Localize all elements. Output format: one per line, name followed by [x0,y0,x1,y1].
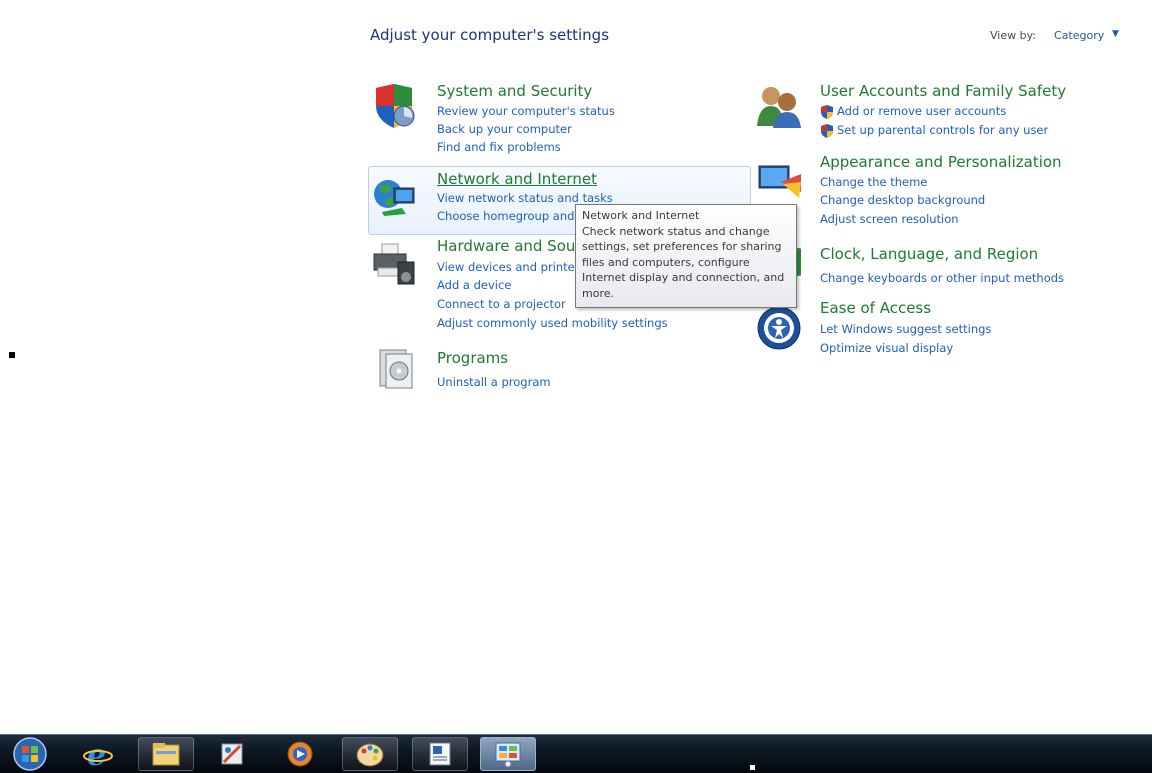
taskbar-marker [750,765,755,770]
uninstall-program-link[interactable]: Uninstall a program [437,375,551,389]
tooltip-line: settings, set preferences for sharing [582,240,782,253]
system-security-title[interactable]: System and Security [437,82,592,100]
clock-region-title[interactable]: Clock, Language, and Region [820,245,1038,263]
optimize-visual-display-link[interactable]: Optimize visual display [820,341,953,355]
control-panel-window: Adjust your computer's settings View by:… [0,0,1152,773]
mobility-settings-link[interactable]: Adjust commonly used mobility settings [437,316,668,330]
view-network-status-link[interactable]: View network status and tasks [437,191,613,205]
uac-shield-icon [820,104,834,119]
programs-title[interactable]: Programs [437,349,508,367]
choose-homegroup-link[interactable]: Choose homegroup and [437,209,574,223]
windows-suggest-settings-link[interactable]: Let Windows suggest settings [820,322,991,336]
view-by-dropdown[interactable]: Category [1054,29,1104,42]
globe-network-icon[interactable] [372,174,416,218]
page-title: Adjust your computer's settings [370,26,610,44]
media-player-icon[interactable] [272,737,328,771]
tooltip-line: Check network status and change [582,224,770,238]
shield-icon[interactable] [372,84,416,128]
find-fix-problems-link[interactable]: Find and fix problems [437,140,561,154]
start-orb [13,737,47,771]
tooltip-line: files and computers, configure [582,255,750,269]
programs-icon[interactable] [374,346,418,390]
connect-projector-link[interactable]: Connect to a projector [437,297,566,311]
add-device-link[interactable]: Add a device [437,278,511,292]
svg-text:e: e [87,739,106,769]
review-status-link[interactable]: Review your computer's status [437,104,615,118]
windows-explorer-icon[interactable] [138,737,194,771]
wordpad-icon[interactable] [412,737,468,771]
printer-icon[interactable] [372,242,416,286]
add-remove-users-link[interactable]: Add or remove user accounts [837,104,1006,118]
cursor-marker [9,352,15,358]
view-devices-link[interactable]: View devices and printe [437,260,575,274]
change-keyboards-link[interactable]: Change keyboards or other input methods [820,271,1064,285]
view-by-label: View by: [990,29,1036,42]
screen-resolution-link[interactable]: Adjust screen resolution [820,212,959,226]
uac-shield-icon [820,123,834,138]
desktop-background-link[interactable]: Change desktop background [820,193,985,207]
caret-down-icon[interactable]: ▼ [1112,29,1119,39]
control-panel-icon[interactable] [480,737,536,771]
parental-controls-link[interactable]: Set up parental controls for any user [837,123,1048,137]
hardware-sound-title[interactable]: Hardware and Sou [437,237,575,255]
appearance-icon[interactable] [757,162,801,206]
ease-of-access-icon[interactable] [757,306,801,350]
ease-of-access-title[interactable]: Ease of Access [820,299,931,317]
taskbar: e [0,734,1152,773]
network-internet-title[interactable]: Network and Internet [437,170,597,188]
backup-link[interactable]: Back up your computer [437,122,572,136]
users-icon[interactable] [757,84,801,128]
change-theme-link[interactable]: Change the theme [820,175,927,189]
paint-palette-icon[interactable] [342,737,398,771]
paint-icon[interactable] [204,737,260,771]
start-button[interactable] [4,737,56,771]
user-accounts-title[interactable]: User Accounts and Family Safety [820,82,1066,100]
internet-explorer-icon[interactable]: e [70,737,126,771]
tooltip-line: Internet display and connection, and [582,271,785,284]
tooltip-line: more. [582,286,614,300]
network-tooltip: Network and Internet Check network statu… [575,204,797,308]
appearance-title[interactable]: Appearance and Personalization [820,153,1062,171]
tooltip-line: Network and Internet [582,209,700,222]
